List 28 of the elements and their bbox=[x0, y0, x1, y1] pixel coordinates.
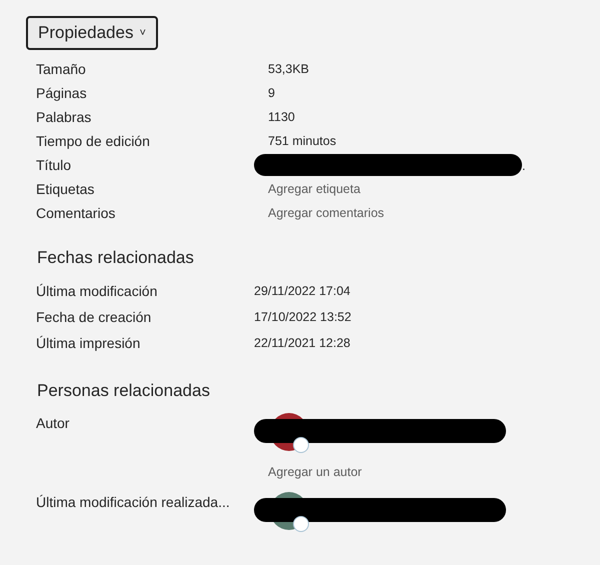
properties-button[interactable]: Propiedades ˅ bbox=[26, 16, 158, 50]
date-label: Última impresión bbox=[36, 334, 142, 353]
property-label: Etiquetas bbox=[36, 180, 96, 199]
presence-icon bbox=[293, 437, 309, 453]
property-value: 751 minutos bbox=[268, 132, 336, 150]
person-label: Autor bbox=[36, 414, 70, 433]
property-value: . bbox=[522, 158, 526, 176]
date-label: Fecha de creación bbox=[36, 308, 152, 327]
property-value: 53,3KB bbox=[268, 60, 310, 78]
date-value: 22/11/2021 12:28 bbox=[254, 335, 350, 352]
add-link[interactable]: Agregar etiqueta bbox=[268, 180, 360, 198]
property-label: Comentarios bbox=[36, 204, 116, 222]
add-link[interactable]: Agregar comentarios bbox=[268, 204, 384, 222]
section-heading: Fechas relacionadas bbox=[37, 247, 195, 269]
date-value: 29/11/2022 17:04 bbox=[254, 283, 350, 300]
person-label: Última modificación realizada... bbox=[36, 492, 231, 512]
section-heading: Personas relacionadas bbox=[37, 380, 211, 402]
property-label: Título bbox=[36, 156, 72, 174]
property-value: 9 bbox=[268, 84, 275, 102]
add-author-link[interactable]: Agregar un autor bbox=[268, 463, 362, 482]
date-value: 17/10/2022 13:52 bbox=[254, 309, 352, 326]
caret-icon: ˅ bbox=[139, 28, 146, 38]
property-label: Tiempo de edición bbox=[36, 132, 151, 151]
property-label: Páginas bbox=[36, 84, 88, 103]
property-value: 1130 bbox=[268, 108, 295, 126]
property-label: Tamaño bbox=[36, 60, 87, 78]
date-label: Última modificación bbox=[36, 282, 158, 301]
property-label: Palabras bbox=[36, 108, 92, 126]
